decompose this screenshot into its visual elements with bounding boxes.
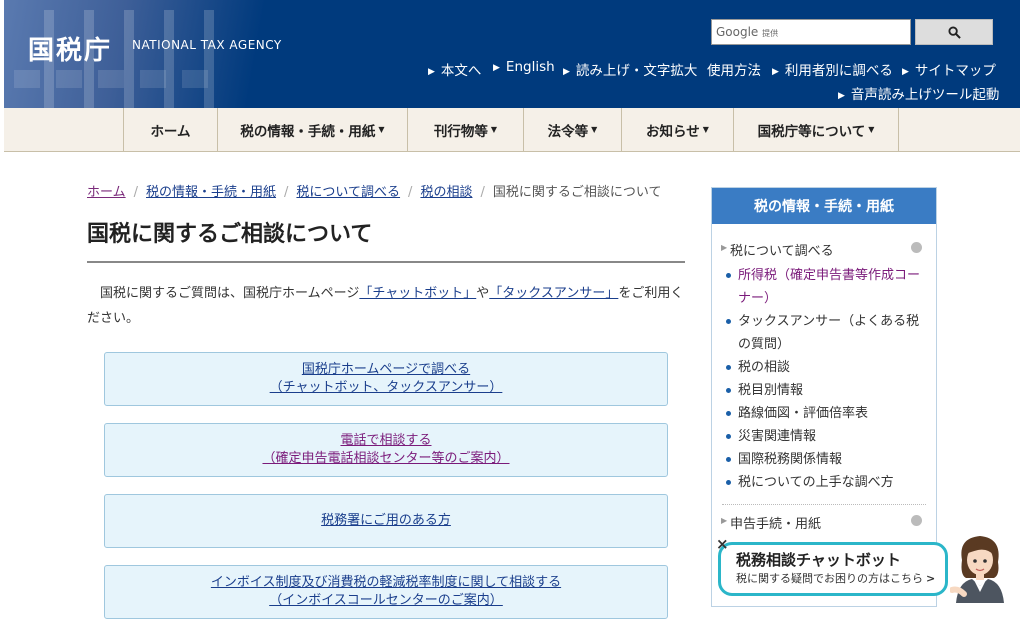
util-link-skip[interactable]: ▶ 本文へ bbox=[428, 59, 481, 79]
caret-down-icon: ▼ bbox=[378, 125, 385, 134]
triangle-right-icon: ▶ bbox=[563, 67, 570, 77]
sidebar-item-consultation[interactable]: 税の相談 bbox=[724, 356, 930, 379]
title-divider bbox=[87, 261, 685, 263]
card-link-line1[interactable]: 電話で相談する bbox=[340, 432, 431, 450]
util-link-sitemap[interactable]: ▶ サイトマップ bbox=[902, 59, 996, 79]
util-link-by-user[interactable]: ▶ 利用者別に調べる bbox=[772, 59, 893, 79]
tax-answer-link[interactable]: 「タックスアンサー」 bbox=[489, 286, 618, 301]
util-link-accessibility[interactable]: ▶ 読み上げ・文字拡大 bbox=[563, 59, 697, 79]
sidebar-item-land-price[interactable]: 路線価図・評価倍率表 bbox=[724, 402, 930, 425]
chatbot-subtitle[interactable]: 税に関する疑問でお困りの方はこちら > bbox=[736, 570, 935, 586]
nav-publications[interactable]: 刊行物等 ▼ bbox=[407, 108, 523, 151]
sidebar-title: 税の情報・手続・用紙 bbox=[712, 188, 936, 224]
breadcrumb-consultation[interactable]: 税の相談 bbox=[420, 185, 472, 200]
sidebar-item-disaster[interactable]: 災害関連情報 bbox=[724, 425, 930, 448]
nav-about[interactable]: 国税庁等について ▼ bbox=[733, 108, 899, 151]
triangle-right-icon: ▶ bbox=[772, 67, 779, 77]
caret-down-icon: ▼ bbox=[868, 125, 875, 134]
card-link-line1[interactable]: 税務署にご用のある方 bbox=[321, 512, 451, 530]
card-link-line2[interactable]: （インボイスコールセンターのご案内） bbox=[269, 592, 503, 610]
util-link-voice-tool[interactable]: ▶ 音声読み上げツール起動 bbox=[838, 83, 999, 103]
card-link-line1[interactable]: 国税庁ホームページで調べる bbox=[302, 361, 470, 379]
sidebar-item-by-tax-type[interactable]: 税目別情報 bbox=[724, 379, 930, 402]
site-logo[interactable]: 国税庁 bbox=[28, 30, 112, 67]
global-nav: ホーム 税の情報・手続・用紙 ▼ 刊行物等 ▼ 法令等 ▼ お知らせ ▼ 国税庁等につい… bbox=[4, 108, 1020, 152]
search-icon bbox=[947, 25, 961, 39]
breadcrumb-home[interactable]: ホーム bbox=[87, 185, 126, 200]
toggle-circle-icon[interactable] bbox=[911, 515, 922, 526]
chatbot-title[interactable]: 税務相談チャットボット bbox=[736, 549, 901, 570]
sidebar-item-income-tax[interactable]: 所得税（確定申告書等作成コーナー） bbox=[724, 264, 930, 310]
card-link-line2[interactable]: （チャットボット、タックスアンサー） bbox=[270, 379, 503, 397]
card-tax-office[interactable]: 税務署にご用のある方 bbox=[104, 494, 668, 548]
triangle-right-icon: ▶ bbox=[493, 63, 500, 73]
card-search-website[interactable]: 国税庁ホームページで調べる （チャットボット、タックスアンサー） bbox=[104, 352, 668, 406]
card-phone-consult[interactable]: 電話で相談する （確定申告電話相談センター等のご案内） bbox=[104, 423, 668, 477]
triangle-right-icon: ▶ bbox=[428, 67, 435, 77]
card-link-line2[interactable]: （確定申告電話相談センター等のご案内） bbox=[262, 450, 509, 468]
chatbot-link[interactable]: 「チャットボット」 bbox=[359, 286, 476, 301]
sidebar-list: 所得税（確定申告書等作成コーナー） タックスアンサー（よくある税の質問） 税の相… bbox=[712, 264, 936, 494]
util-link-english[interactable]: ▶ English bbox=[493, 59, 555, 75]
nav-laws[interactable]: 法令等 ▼ bbox=[523, 108, 621, 151]
site-logo-english: NATIONAL TAX AGENCY bbox=[132, 38, 282, 52]
sidebar-section-research[interactable]: ▶ 税について調べる bbox=[712, 232, 936, 264]
sidebar-item-tax-answer[interactable]: タックスアンサー（よくある税の質問） bbox=[724, 310, 930, 356]
toggle-circle-icon[interactable] bbox=[911, 242, 922, 253]
sidebar-item-how-to-search[interactable]: 税についての上手な調べ方 bbox=[724, 471, 930, 494]
util-link-usage[interactable]: 使用方法 bbox=[707, 59, 761, 79]
triangle-right-icon: ▶ bbox=[838, 91, 845, 101]
nav-news[interactable]: お知らせ ▼ bbox=[621, 108, 733, 151]
search-input[interactable] bbox=[712, 20, 910, 44]
chevron-right-icon: > bbox=[926, 572, 936, 585]
sidebar-section-procedures[interactable]: ▶ 申告手続・用紙 bbox=[712, 505, 936, 537]
close-icon[interactable]: × bbox=[716, 535, 729, 553]
triangle-right-icon: ▶ bbox=[721, 516, 728, 525]
triangle-right-icon: ▶ bbox=[721, 243, 728, 252]
nav-tax-info[interactable]: 税の情報・手続・用紙 ▼ bbox=[217, 108, 407, 151]
caret-down-icon: ▼ bbox=[490, 125, 498, 134]
chatbot-avatar bbox=[950, 536, 1004, 603]
breadcrumb-tax-info[interactable]: 税の情報・手続・用紙 bbox=[146, 185, 276, 200]
triangle-right-icon: ▶ bbox=[902, 67, 909, 77]
search-box: Google 提供 bbox=[711, 19, 911, 45]
page-title: 国税に関するご相談について bbox=[87, 222, 373, 247]
breadcrumb-current: 国税に関するご相談について bbox=[492, 185, 662, 200]
caret-down-icon: ▼ bbox=[591, 125, 598, 134]
breadcrumb-research[interactable]: 税について調べる bbox=[296, 185, 400, 200]
sidebar-item-international[interactable]: 国際税務関係情報 bbox=[724, 448, 930, 471]
caret-down-icon: ▼ bbox=[702, 125, 709, 134]
nav-home[interactable]: ホーム bbox=[123, 108, 217, 151]
search-button[interactable] bbox=[915, 19, 993, 45]
intro-text: 国税に関するご質問は、国税庁ホームページ「チャットボット」や「タックスアンサー」… bbox=[87, 286, 684, 326]
card-invoice-consult[interactable]: インボイス制度及び消費税の軽減税率制度に関して相談する （インボイスコールセンタ… bbox=[104, 565, 668, 619]
card-link-line1[interactable]: インボイス制度及び消費税の軽減税率制度に関して相談する bbox=[211, 574, 561, 592]
breadcrumb: ホーム / 税の情報・手続・用紙 / 税について調べる / 税の相談 / 国税に関するご相談につ… bbox=[87, 185, 662, 200]
